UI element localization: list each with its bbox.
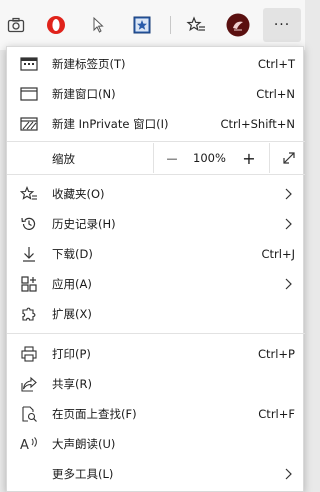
menu-item-label: 大声朗读(U) — [52, 437, 116, 451]
puzzle-icon — [19, 304, 39, 324]
read-aloud-icon: A — [19, 434, 39, 454]
menu-item-label: 新建 InPrivate 窗口(I) — [52, 117, 169, 131]
menu-item-extensions[interactable]: 扩展(X) — [7, 299, 305, 329]
more-button[interactable]: ··· — [263, 8, 301, 42]
menu-item-read-aloud[interactable]: A 大声朗读(U) — [7, 429, 305, 459]
menu-item-new-tab[interactable]: 新建标签页(T) Ctrl+T — [7, 49, 305, 79]
menu-item-label: 新建窗口(N) — [52, 87, 116, 101]
menu-item-shortcut: Ctrl+Shift+N — [220, 117, 295, 131]
menu-item-share[interactable]: 共享(R) — [7, 369, 305, 399]
new-tab-icon — [19, 54, 39, 74]
zoom-in-button[interactable]: + — [237, 146, 261, 170]
menu-item-apps[interactable]: 应用(A) — [7, 269, 305, 299]
menu-item-downloads[interactable]: 下载(D) Ctrl+J — [7, 239, 305, 269]
star-extension-icon[interactable] — [130, 13, 154, 37]
cursor-extension-icon[interactable] — [86, 13, 110, 37]
zoom-separator — [269, 143, 270, 173]
opera-icon[interactable] — [44, 13, 68, 37]
menu-item-label: 打印(P) — [52, 347, 91, 361]
menu-item-shortcut: Ctrl+T — [257, 57, 295, 71]
menu-item-label: 在页面上查找(F) — [52, 407, 137, 421]
menu-item-shortcut: Ctrl+J — [261, 247, 296, 261]
menu-item-new-window[interactable]: 新建窗口(N) Ctrl+N — [7, 79, 305, 109]
menu-item-shortcut: Ctrl+N — [256, 87, 295, 101]
chevron-right-icon — [285, 278, 292, 290]
menu-item-label: 应用(A) — [52, 277, 92, 291]
profile-avatar-icon[interactable] — [226, 13, 250, 37]
favorites-icon[interactable] — [184, 13, 208, 37]
menu-item-print[interactable]: 打印(P) Ctrl+P — [7, 339, 305, 369]
menu-item-label: 收藏夹(O) — [52, 187, 105, 201]
browser-toolbar: ··· — [0, 0, 305, 50]
favorites-icon — [19, 184, 39, 204]
apps-icon — [19, 274, 39, 294]
settings-menu: 新建标签页(T) Ctrl+T 新建窗口(N) Ctrl+N 新建 InPriv… — [6, 46, 305, 492]
zoom-row: 缩放 — 100% + — [7, 143, 305, 173]
menu-item-find[interactable]: 在页面上查找(F) Ctrl+F — [7, 399, 305, 429]
chevron-right-icon — [285, 218, 292, 230]
printer-icon — [19, 344, 39, 364]
menu-divider — [7, 174, 305, 175]
new-window-icon — [19, 84, 39, 104]
menu-item-label: 下载(D) — [52, 247, 93, 261]
menu-item-more-tools[interactable]: 更多工具(L) — [7, 459, 305, 489]
menu-item-label: 共享(R) — [52, 377, 92, 391]
download-icon — [19, 244, 39, 264]
zoom-out-icon: — — [166, 151, 178, 165]
zoom-label: 缩放 — [52, 152, 75, 166]
zoom-value: 100% — [193, 151, 226, 165]
menu-item-favorites[interactable]: 收藏夹(O) — [7, 179, 305, 209]
menu-item-label: 扩展(X) — [52, 307, 92, 321]
menu-item-label: 新建标签页(T) — [52, 57, 126, 71]
find-in-page-icon — [19, 404, 39, 424]
menu-item-new-inprivate[interactable]: 新建 InPrivate 窗口(I) Ctrl+Shift+N — [7, 109, 305, 139]
menu-item-label: 历史记录(H) — [52, 217, 116, 231]
menu-divider — [7, 141, 305, 142]
zoom-separator — [153, 143, 154, 173]
menu-item-shortcut: Ctrl+F — [258, 407, 295, 421]
more-icon: ··· — [273, 17, 291, 33]
chevron-right-icon — [285, 468, 292, 480]
menu-divider — [7, 333, 305, 334]
inprivate-icon — [19, 114, 39, 134]
menu-item-label: 更多工具(L) — [52, 467, 114, 481]
chevron-right-icon — [285, 188, 292, 200]
fullscreen-button[interactable] — [279, 148, 299, 168]
menu-item-shortcut: Ctrl+P — [257, 347, 295, 361]
toolbar-separator — [170, 16, 171, 34]
svg-text:A: A — [20, 438, 29, 453]
fullscreen-icon — [283, 152, 295, 164]
history-icon — [19, 214, 39, 234]
zoom-in-icon: + — [242, 148, 256, 168]
zoom-out-button[interactable]: — — [160, 146, 184, 170]
share-icon — [19, 374, 39, 394]
screenshot-icon[interactable] — [4, 13, 28, 37]
menu-item-history[interactable]: 历史记录(H) — [7, 209, 305, 239]
